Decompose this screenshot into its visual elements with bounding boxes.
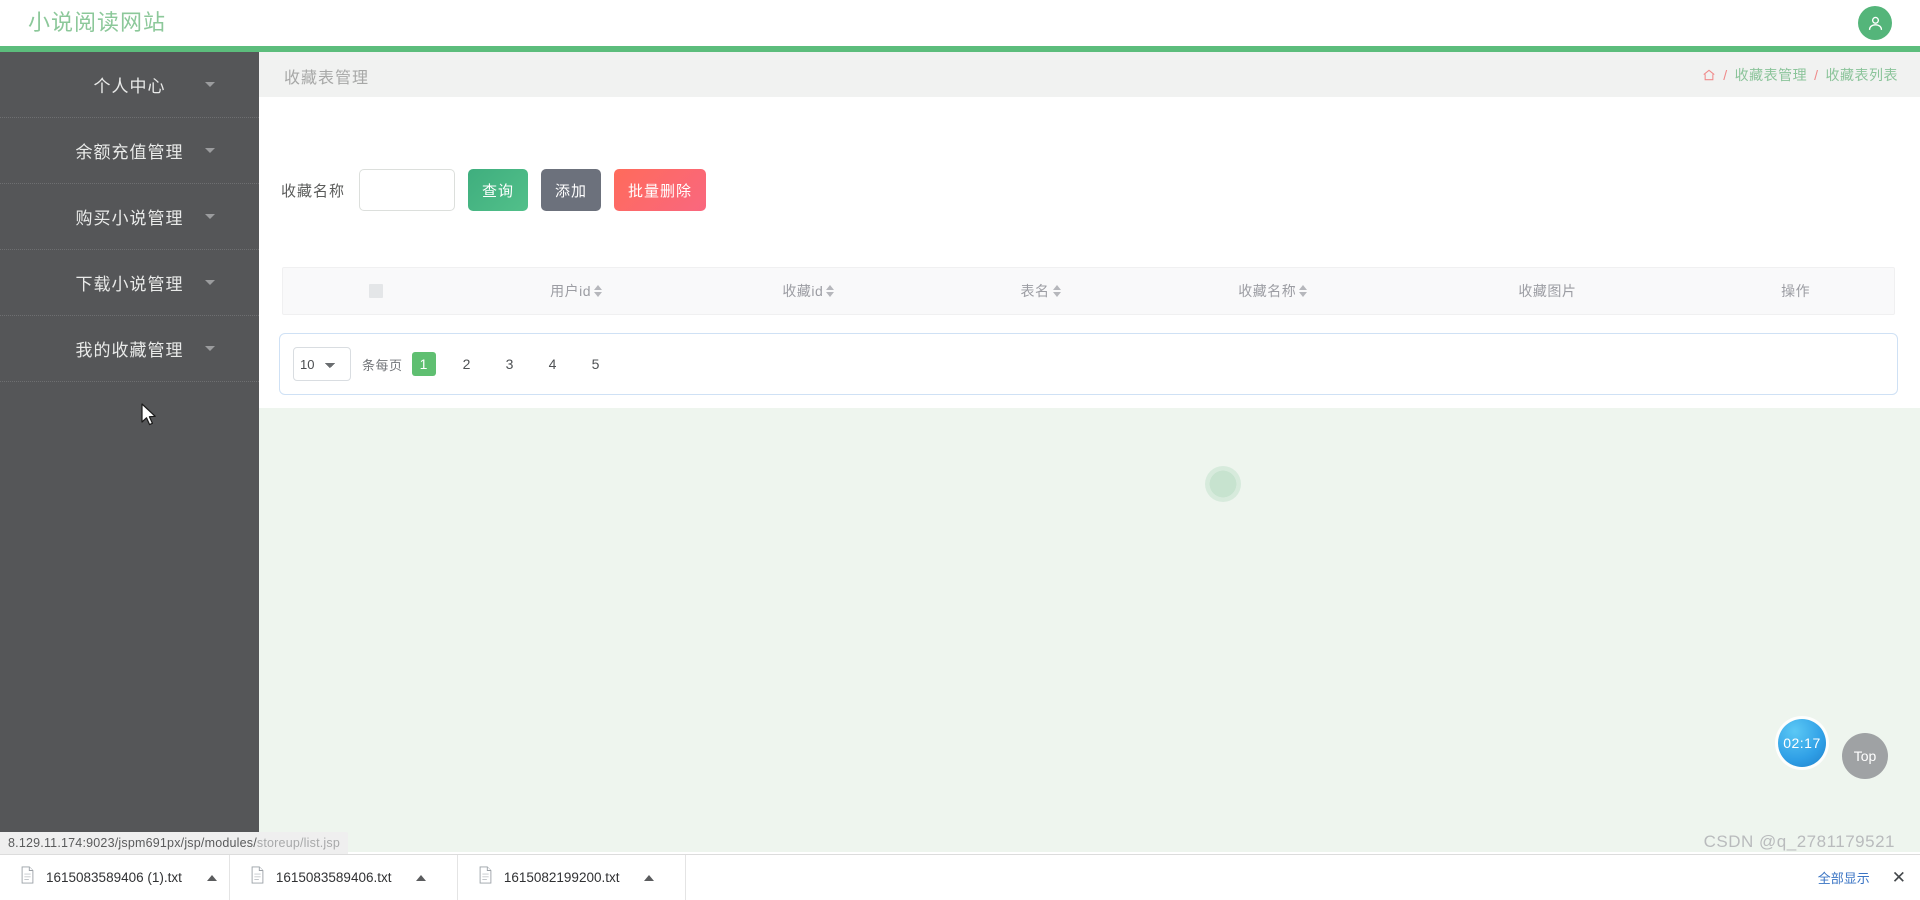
table-header-select-all[interactable]	[283, 284, 469, 298]
sidebar-item-label: 我的收藏管理	[75, 341, 184, 360]
breadcrumb: / 收藏表管理 / 收藏表列表	[1702, 65, 1898, 85]
page-number-3[interactable]: 3	[498, 352, 522, 376]
content-panel: 收藏名称 查询 添加 批量删除 用户id 收藏id 表名 收藏名称 收藏图片 操…	[259, 97, 1920, 408]
main-content: 收藏表管理 / 收藏表管理 / 收藏表列表 收藏名称 查询 添加 批量删除 用户…	[259, 52, 1920, 852]
file-icon	[20, 866, 35, 889]
sidebar-item-label: 个人中心	[93, 77, 166, 96]
search-label: 收藏名称	[281, 182, 346, 200]
top-header: 小说阅读网站	[0, 0, 1920, 52]
chevron-up-icon[interactable]	[644, 874, 655, 881]
chevron-down-icon	[205, 346, 215, 351]
application-window: 小说阅读网站 个人中心 余额充值管理 购买小说管理 下载小说管理 我的收藏管理 …	[0, 0, 1920, 900]
batch-delete-button[interactable]: 批量删除	[614, 169, 707, 211]
chevron-up-icon[interactable]	[416, 874, 427, 881]
sort-icon[interactable]	[1052, 285, 1061, 297]
table-header-favorite-id[interactable]: 收藏id	[684, 281, 934, 301]
table-header-user-id[interactable]: 用户id	[469, 281, 684, 301]
page-number-2[interactable]: 2	[455, 352, 479, 376]
breadcrumb-separator: /	[1814, 67, 1819, 83]
download-shelf-actions: 全部显示 ✕	[1818, 868, 1906, 887]
breadcrumb-item-favorites-management[interactable]: 收藏表管理	[1735, 65, 1808, 85]
chevron-down-icon	[205, 82, 215, 87]
table-header-favorite-name[interactable]: 收藏名称	[1148, 281, 1398, 301]
status-url-visited: 8.129.11.174:9023/jspm691px/jsp/modules/	[8, 836, 257, 850]
chevron-down-icon	[205, 280, 215, 285]
sidebar-item-download-novel[interactable]: 下载小说管理	[0, 250, 259, 316]
browser-status-url: 8.129.11.174:9023/jspm691px/jsp/modules/…	[0, 832, 349, 854]
search-toolbar: 收藏名称 查询 添加 批量删除	[281, 169, 707, 211]
column-label: 用户id	[550, 283, 592, 299]
close-icon[interactable]: ✕	[1892, 869, 1906, 886]
sidebar-item-purchase-novel[interactable]: 购买小说管理	[0, 184, 259, 250]
sidebar: 个人中心 余额充值管理 购买小说管理 下载小说管理 我的收藏管理	[0, 52, 259, 852]
download-shelf: 1615083589406 (1).txt 1615083589406.txt …	[0, 854, 1920, 900]
chevron-down-icon	[205, 214, 215, 219]
sort-icon[interactable]	[826, 285, 835, 297]
page-number-1[interactable]: 1	[411, 352, 436, 376]
download-file-name: 1615083589406.txt	[275, 870, 392, 885]
session-timer-button[interactable]: 02:17	[1778, 719, 1826, 767]
table-header-favorite-image: 收藏图片	[1398, 281, 1698, 301]
per-page-select[interactable]: 10	[293, 347, 351, 381]
table-header-table-name[interactable]: 表名	[933, 281, 1148, 301]
page-number-5[interactable]: 5	[584, 352, 608, 376]
column-label: 收藏id	[782, 283, 824, 299]
loading-spinner-icon	[1205, 466, 1241, 502]
pagination-bar: 10 条每页 1 2 3 4 5	[279, 333, 1898, 395]
download-file-name: 1615082199200.txt	[503, 870, 620, 885]
file-icon	[478, 866, 493, 889]
column-label: 操作	[1781, 283, 1811, 299]
page-header-bar: 收藏表管理 / 收藏表管理 / 收藏表列表	[259, 52, 1920, 97]
add-button[interactable]: 添加	[541, 169, 602, 211]
sidebar-item-personal-center[interactable]: 个人中心	[0, 52, 259, 118]
query-button[interactable]: 查询	[468, 169, 529, 211]
search-input[interactable]	[359, 169, 456, 211]
avatar[interactable]	[1858, 6, 1892, 40]
download-item[interactable]: 1615082199200.txt	[458, 854, 686, 900]
show-all-downloads-link[interactable]: 全部显示	[1818, 868, 1870, 887]
column-label: 收藏图片	[1518, 283, 1577, 299]
sort-icon[interactable]	[1299, 285, 1308, 297]
table-header-row: 用户id 收藏id 表名 收藏名称 收藏图片 操作	[283, 268, 1894, 314]
select-all-checkbox[interactable]	[368, 284, 383, 298]
sidebar-item-label: 购买小说管理	[75, 209, 184, 228]
sidebar-item-label: 余额充值管理	[75, 143, 184, 162]
status-url-rest: storeup/list.jsp	[256, 836, 341, 850]
mouse-cursor	[141, 403, 158, 433]
sidebar-item-balance-recharge[interactable]: 余额充值管理	[0, 118, 259, 184]
download-item[interactable]: 1615083589406 (1).txt	[0, 854, 230, 900]
data-table: 用户id 收藏id 表名 收藏名称 收藏图片 操作	[282, 267, 1895, 315]
download-item[interactable]: 1615083589406.txt	[230, 854, 458, 900]
watermark: CSDN @q_2781179521	[1703, 832, 1895, 851]
column-label: 收藏名称	[1238, 283, 1297, 299]
column-label: 表名	[1020, 283, 1050, 299]
chevron-down-icon	[205, 148, 215, 153]
sort-icon[interactable]	[594, 285, 603, 297]
file-icon	[250, 866, 265, 889]
chevron-up-icon[interactable]	[206, 874, 217, 881]
home-icon[interactable]	[1702, 68, 1716, 82]
download-file-name: 1615083589406 (1).txt	[46, 870, 182, 885]
page-title: 收藏表管理	[284, 70, 370, 87]
page-number-4[interactable]: 4	[541, 352, 565, 376]
sidebar-item-my-favorites[interactable]: 我的收藏管理	[0, 316, 259, 382]
per-page-label: 条每页	[362, 357, 403, 373]
sidebar-item-label: 下载小说管理	[75, 275, 184, 294]
table-header-actions: 操作	[1697, 281, 1894, 301]
breadcrumb-separator: /	[1723, 67, 1728, 83]
back-to-top-button[interactable]: Top	[1842, 733, 1888, 779]
site-brand-title[interactable]: 小说阅读网站	[28, 8, 166, 38]
breadcrumb-item-favorites-list[interactable]: 收藏表列表	[1826, 65, 1899, 85]
user-icon	[1866, 14, 1885, 33]
